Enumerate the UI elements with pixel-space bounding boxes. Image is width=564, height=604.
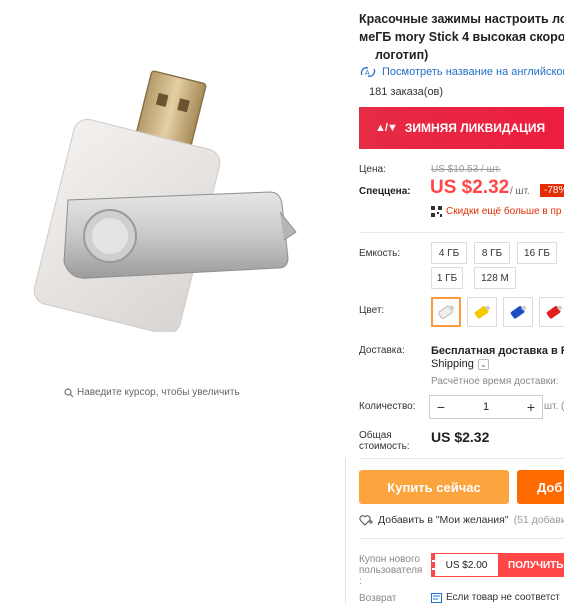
usb-flash-drive-image[interactable] (18, 62, 318, 332)
returns-policy: Если товар не соответст (431, 592, 560, 603)
svg-text:A: A (365, 70, 370, 77)
shipping-method-selector[interactable]: Shipping ⌄ (431, 358, 489, 370)
orders-count: 181 заказа(ов) (369, 86, 444, 98)
coupon-label-line-2: пользователя (359, 565, 423, 576)
get-coupon-button[interactable]: ПОЛУЧИТЬ (498, 554, 564, 576)
divider (359, 538, 564, 539)
buy-now-button[interactable]: Купить сейчас (359, 470, 509, 504)
total-label: Общая стоимость: (359, 430, 410, 452)
quantity-input[interactable]: 1 (452, 401, 520, 413)
zoom-hint-text: Наведите курсор, чтобы увеличить (77, 387, 240, 398)
divider (359, 458, 564, 459)
shipping-label: Доставка: (359, 345, 405, 356)
capacity-option-16gb[interactable]: 16 ГБ (517, 242, 557, 264)
total-label-line-1: Общая (359, 430, 392, 441)
returns-text: Если товар не соответст (446, 592, 560, 603)
product-gallery: Наведите курсор, чтобы увеличить (0, 0, 345, 604)
color-swatch-red[interactable] (539, 297, 564, 327)
old-price: US $10.53 / шт. (431, 164, 501, 175)
total-label-line-2: стоимость: (359, 441, 410, 452)
product-info-panel: Красочные зажимы настроить лог меГБ mory… (345, 0, 564, 604)
capacity-label: Емкость: (359, 248, 401, 259)
qr-code-icon (431, 206, 442, 217)
new-user-coupon-label: Купон нового пользователя : (359, 554, 422, 587)
chevron-down-icon[interactable]: ⌄ (477, 358, 489, 370)
title-line-2: меГБ mory Stick 4 высокая скорост (359, 30, 564, 44)
magnifier-icon (64, 387, 74, 397)
promo-text: ЗИМНЯЯ ЛИКВИДАЦИЯ (404, 121, 546, 135)
divider-vertical (345, 458, 346, 604)
total-price: US $2.32 (431, 429, 490, 445)
color-swatch-blue[interactable] (503, 297, 533, 327)
return-policy-icon (431, 592, 442, 603)
shipping-method[interactable]: Shipping (431, 358, 474, 370)
quantity-minus-button[interactable]: − (430, 396, 452, 418)
translate-link-text[interactable]: Посмотреть название на английском (382, 66, 564, 78)
available-count: шт. (495 (544, 401, 564, 412)
color-swatch-yellow[interactable] (467, 297, 497, 327)
quantity-plus-button[interactable]: + (520, 396, 542, 418)
price-label: Цена: (359, 164, 386, 175)
capacity-option-128mb[interactable]: 128 М (474, 267, 516, 289)
coupon-amount: US $2.00 (432, 554, 498, 576)
discount-badge: -78% (540, 184, 564, 197)
shipping-title: Бесплатная доставка в Ru (431, 345, 564, 357)
yellow-drive-thumb-icon (474, 305, 491, 319)
title-line-3: логотип) (375, 48, 429, 62)
zoom-hint: Наведите курсор, чтобы увеличить (64, 387, 240, 398)
wishlist-label[interactable]: Добавить в "Мои желания" (378, 514, 509, 526)
add-to-cart-button[interactable]: Доб (517, 470, 564, 504)
product-title: Красочные зажимы настроить лог меГБ mory… (359, 10, 564, 64)
delivery-eta: Расчётное время доставки: (431, 376, 559, 387)
translate-title-link[interactable]: A Посмотреть название на английском (359, 66, 564, 78)
blue-drive-thumb-icon (510, 305, 527, 319)
add-to-wishlist[interactable]: Добавить в "Мои желания" (51 добави (359, 514, 564, 526)
heart-plus-icon (359, 515, 373, 526)
translate-icon: A (360, 67, 376, 77)
new-user-coupon: US $2.00 ПОЛУЧИТЬ (431, 553, 564, 577)
capacity-option-1gb[interactable]: 1 ГБ (431, 267, 463, 289)
quantity-label: Количество: (359, 401, 416, 412)
color-label: Цвет: (359, 305, 385, 316)
quantity-stepper: − 1 + (429, 395, 543, 419)
title-line-1: Красочные зажимы настроить лог (359, 12, 564, 26)
divider (359, 232, 564, 233)
capacity-option-8gb[interactable]: 8 ГБ (474, 242, 510, 264)
coupon-label-line-3: : (359, 576, 362, 587)
coupon-label-line-1: Купон нового (359, 554, 420, 565)
app-discount-text[interactable]: Скидки ещё больше в пр (446, 206, 561, 217)
promo-banner[interactable]: ▲/▼ ЗИМНЯЯ ЛИКВИДАЦИЯ (359, 107, 564, 149)
wishlist-count: (51 добави (513, 514, 564, 526)
capacity-option-4gb[interactable]: 4 ГБ (431, 242, 467, 264)
white-drive-thumb-icon (438, 305, 455, 320)
returns-label: Возврат (359, 593, 397, 604)
color-swatch-white[interactable] (431, 297, 461, 327)
app-discount-link[interactable]: Скидки ещё больше в пр (431, 206, 561, 217)
sale-price-label: Спеццена: (359, 186, 411, 197)
promo-logo-icon: ▲/▼ (375, 122, 398, 134)
per-unit-label: / шт. (510, 186, 530, 197)
sale-price: US $2.32 (430, 177, 510, 198)
red-drive-thumb-icon (546, 305, 563, 319)
